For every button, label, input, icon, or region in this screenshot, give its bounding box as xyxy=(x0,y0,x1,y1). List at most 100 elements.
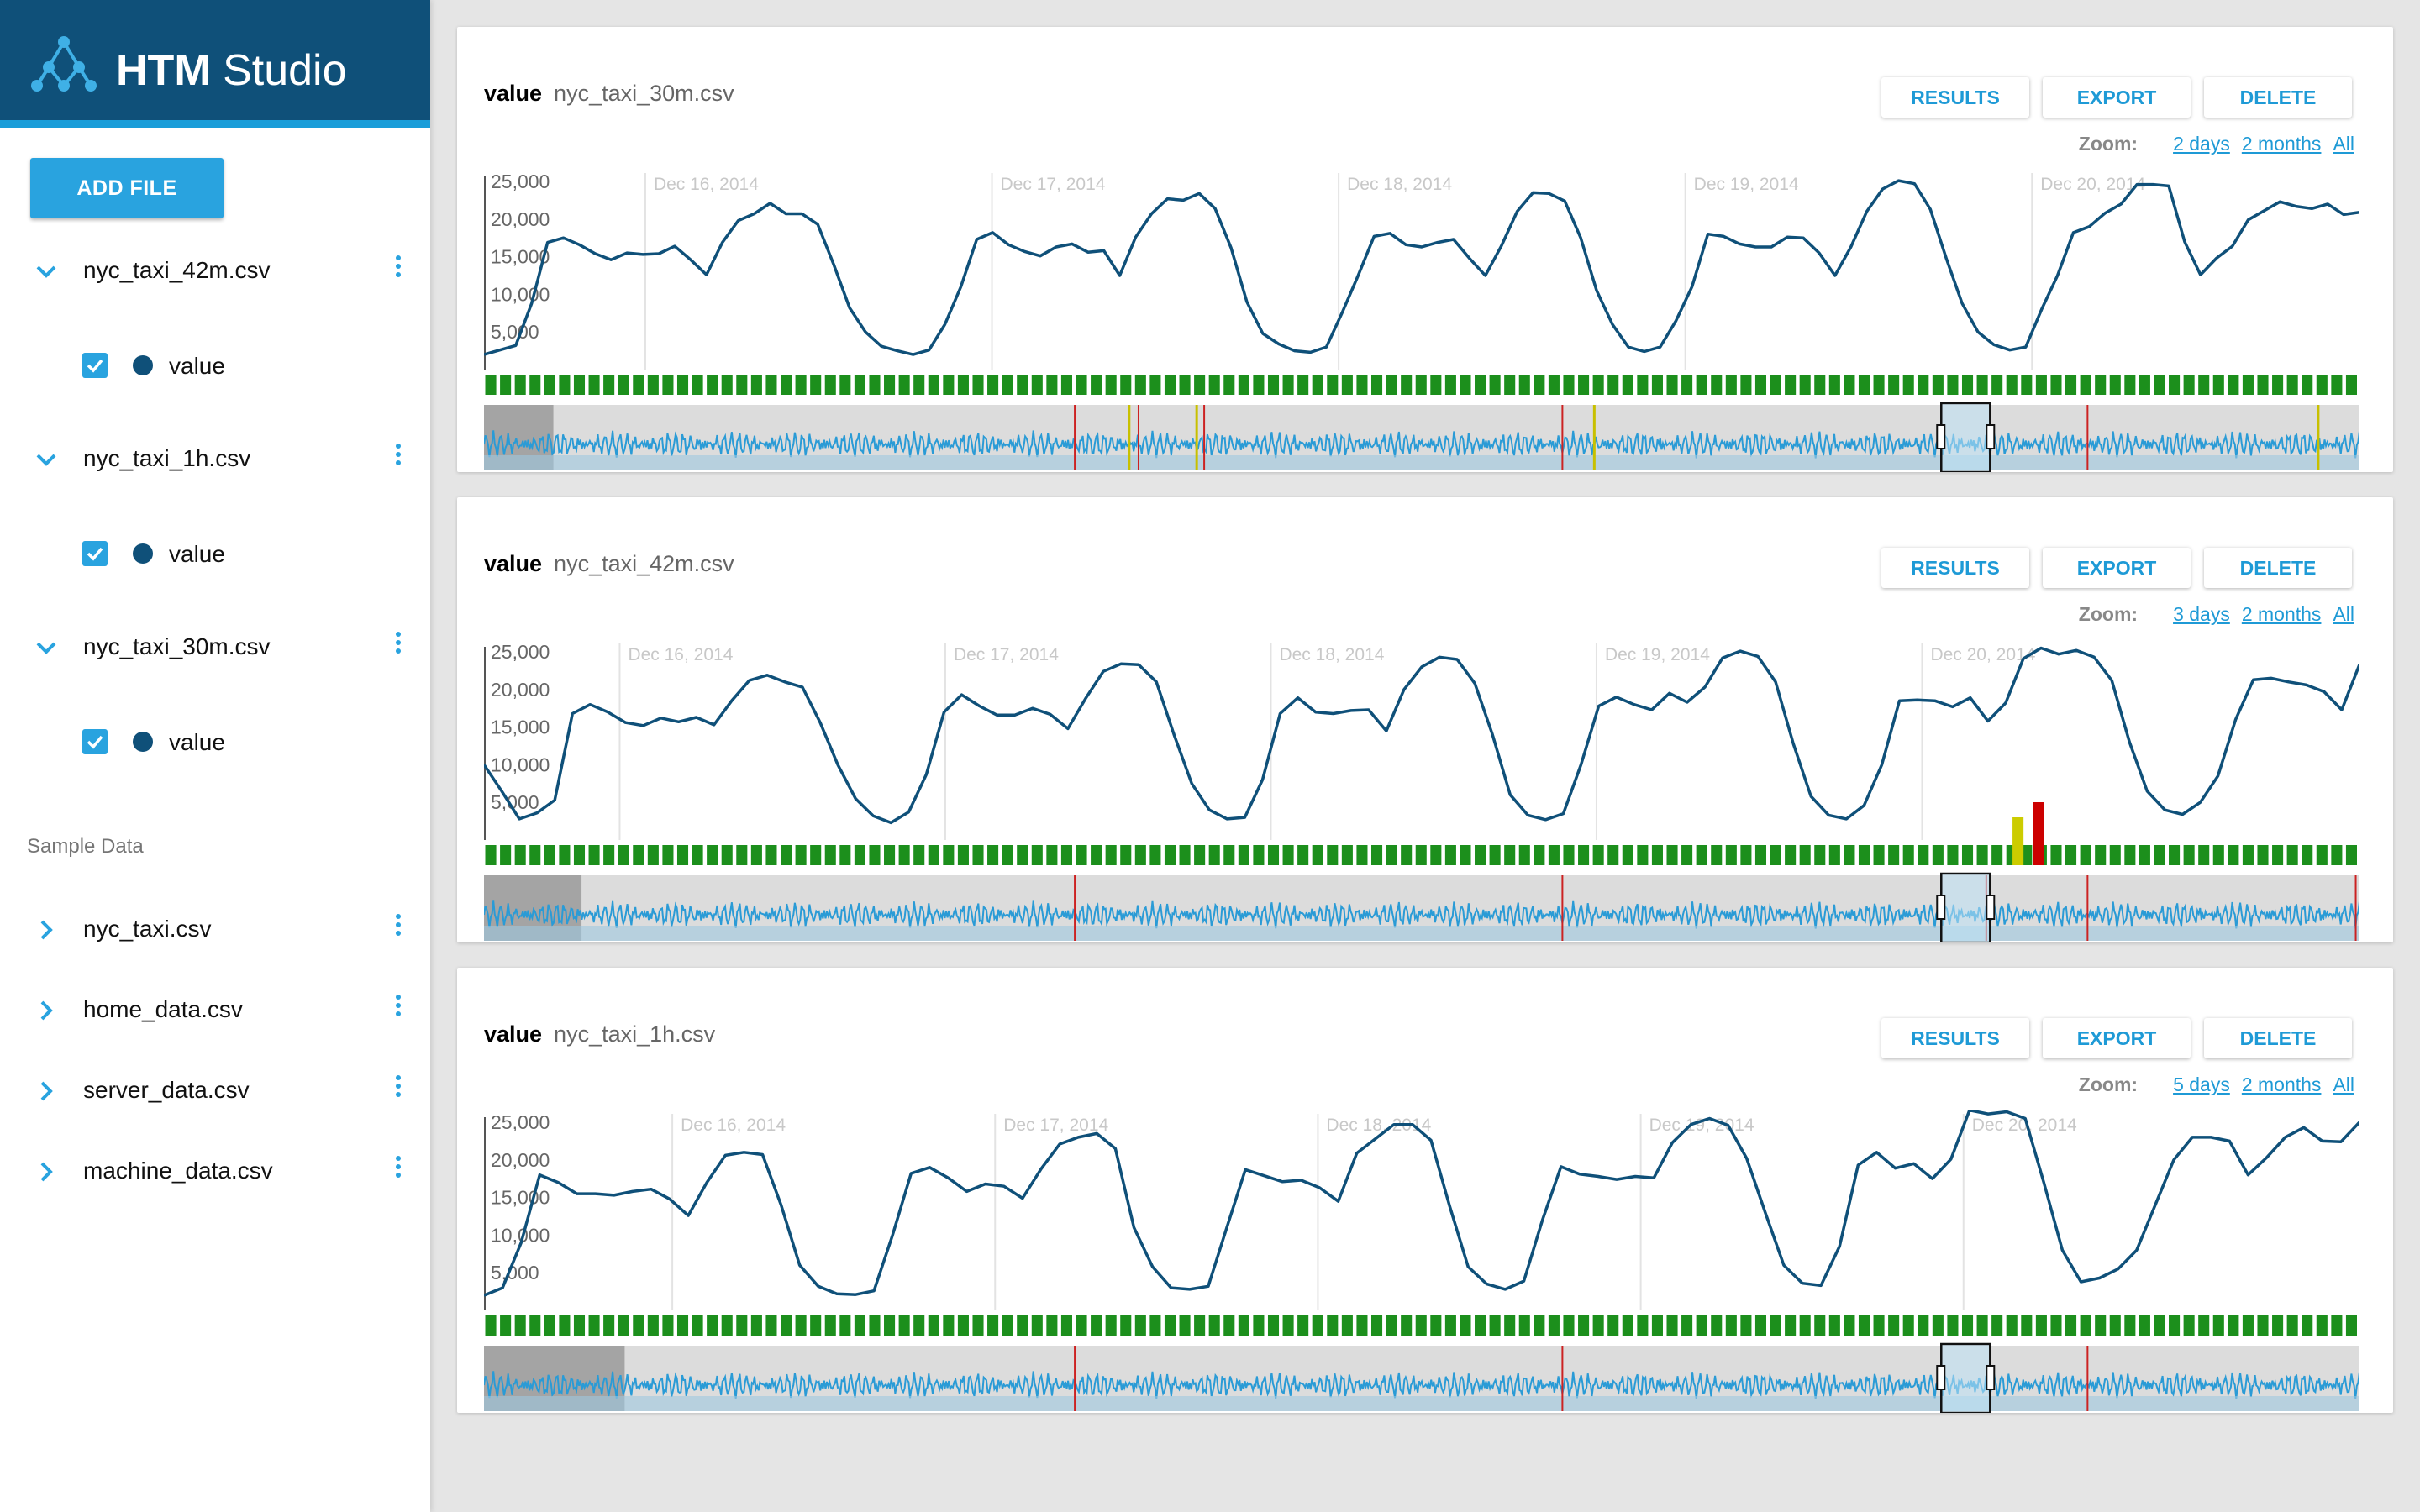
more-options-icon[interactable] xyxy=(388,252,408,289)
anomaly-score-bar xyxy=(500,845,512,865)
anomaly-score-bar xyxy=(839,1315,851,1336)
add-file-button[interactable]: ADD FILE xyxy=(30,158,224,218)
chevron-right-icon[interactable] xyxy=(34,1159,59,1184)
zoom-option[interactable]: All xyxy=(2333,1074,2354,1095)
anomaly-score-bar xyxy=(1194,375,1206,395)
export-button[interactable]: EXPORT xyxy=(2043,1018,2191,1058)
chevron-right-icon[interactable] xyxy=(34,917,59,942)
anomaly-score-bar xyxy=(1401,845,1413,865)
anomaly-score-bar xyxy=(1666,1315,1678,1336)
checkmark-icon xyxy=(87,359,103,373)
file-item-nyc-taxi-42m[interactable]: nyc_taxi_42m.csv xyxy=(0,239,430,306)
results-button[interactable]: RESULTS xyxy=(1881,77,2029,118)
more-options-icon[interactable] xyxy=(388,1072,408,1109)
anomaly-score-bar xyxy=(1002,1315,1013,1336)
anomaly-chart[interactable]: Dec 16, 2014 Dec 17, 2014 Dec 18, 2014 Dec … xyxy=(484,170,2360,472)
anomaly-chart[interactable]: Dec 16, 2014 Dec 17, 2014 Dec 18, 2014 Dec … xyxy=(484,1110,2360,1413)
anomaly-score-bar xyxy=(559,1315,571,1336)
zoom-option[interactable]: 3 days xyxy=(2173,603,2230,625)
metric-item[interactable]: value xyxy=(0,712,430,771)
anomaly-score-bar xyxy=(1076,375,1087,395)
app-header: HTM Studio xyxy=(0,0,430,120)
y-tick-label: 10,000 xyxy=(491,283,550,305)
sample-file-item[interactable]: machine_data.csv xyxy=(0,1139,430,1206)
delete-button[interactable]: DELETE xyxy=(2204,548,2352,588)
overview-window-right-handle xyxy=(1986,1365,1996,1390)
zoom-option[interactable]: 2 months xyxy=(2242,603,2322,625)
anomaly-score-bar xyxy=(1267,375,1280,395)
anomaly-score-bar xyxy=(1134,1315,1146,1336)
zoom-option[interactable]: 2 days xyxy=(2173,133,2230,155)
sample-file-item[interactable]: home_data.csv xyxy=(0,978,430,1045)
export-button[interactable]: EXPORT xyxy=(2043,548,2191,588)
anomaly-score-bar xyxy=(1444,1315,1456,1336)
anomaly-score-bar xyxy=(1740,1315,1752,1336)
anomaly-score-bar xyxy=(1607,845,1619,865)
file-item-nyc-taxi-30m[interactable]: nyc_taxi_30m.csv xyxy=(0,615,430,682)
overview-area xyxy=(484,1396,2360,1411)
zoom-option[interactable]: All xyxy=(2333,603,2354,625)
anomaly-score-bar xyxy=(898,1315,910,1336)
export-button[interactable]: EXPORT xyxy=(2043,77,2191,118)
anomaly-score-bar xyxy=(1947,1315,1959,1336)
more-options-icon[interactable] xyxy=(388,628,408,665)
anomaly-score-bar xyxy=(1401,375,1413,395)
sample-file-item[interactable]: server_data.csv xyxy=(0,1058,430,1126)
anomaly-score-bar xyxy=(721,375,733,395)
anomaly-score-bar xyxy=(1341,845,1353,865)
chevron-down-icon[interactable] xyxy=(34,447,59,472)
anomaly-score-bar xyxy=(1076,1315,1087,1336)
results-button[interactable]: RESULTS xyxy=(1881,1018,2029,1058)
overview-window xyxy=(1940,1342,1991,1413)
chevron-right-icon[interactable] xyxy=(34,998,59,1023)
chevron-down-icon[interactable] xyxy=(34,259,59,284)
zoom-option[interactable]: All xyxy=(2333,133,2354,155)
y-tick-label: 5,000 xyxy=(491,1262,539,1284)
anomaly-score-bar xyxy=(1297,375,1309,395)
sample-file-item[interactable]: nyc_taxi.csv xyxy=(0,897,430,964)
delete-button[interactable]: DELETE xyxy=(2204,77,2352,118)
metric-checkbox[interactable] xyxy=(82,353,108,378)
delete-button[interactable]: DELETE xyxy=(2204,1018,2352,1058)
anomaly-score-bar xyxy=(1076,845,1087,865)
anomaly-score-bar xyxy=(1888,845,1900,865)
anomaly-score-bar xyxy=(810,845,822,865)
anomaly-score-bar xyxy=(2286,375,2298,395)
anomaly-score-bar xyxy=(824,375,836,395)
zoom-option[interactable]: 2 months xyxy=(2242,1074,2322,1095)
anomaly-score-bar xyxy=(485,845,497,865)
anomaly-score-bar xyxy=(1356,1315,1368,1336)
metric-item[interactable]: value xyxy=(0,336,430,395)
metric-checkbox[interactable] xyxy=(82,541,108,566)
anomaly-score-bar xyxy=(957,1315,969,1336)
anomaly-score-bar xyxy=(2302,1315,2313,1336)
file-item-nyc-taxi-1h[interactable]: nyc_taxi_1h.csv xyxy=(0,427,430,494)
chart-card: value nyc_taxi_30m.csv RESULTS EXPORT DEL… xyxy=(457,27,2393,472)
results-button[interactable]: RESULTS xyxy=(1881,548,2029,588)
more-options-icon[interactable] xyxy=(388,440,408,477)
chevron-down-icon[interactable] xyxy=(34,635,59,660)
more-options-icon[interactable] xyxy=(388,1152,408,1189)
anomaly-score-bar xyxy=(2154,1315,2165,1336)
anomaly-chart[interactable]: Dec 16, 2014 Dec 17, 2014 Dec 18, 2014 Dec … xyxy=(484,640,2360,942)
zoom-option[interactable]: 2 months xyxy=(2242,133,2322,155)
anomaly-score-bar xyxy=(1356,845,1368,865)
zoom-option[interactable]: 5 days xyxy=(2173,1074,2230,1095)
metric-item[interactable]: value xyxy=(0,524,430,583)
anomaly-score-bar xyxy=(1031,1315,1043,1336)
anomaly-score-bar xyxy=(1799,375,1811,395)
anomaly-score-bar xyxy=(795,375,807,395)
checkmark-icon xyxy=(87,735,103,749)
more-options-icon[interactable] xyxy=(388,911,408,948)
anomaly-score-bar xyxy=(2169,845,2181,865)
anomaly-score-bar xyxy=(1017,845,1028,865)
chevron-right-icon[interactable] xyxy=(34,1079,59,1104)
more-options-icon[interactable] xyxy=(388,991,408,1028)
anomaly-score-bar xyxy=(603,845,615,865)
series-color-dot xyxy=(133,543,153,564)
overview-window-left-handle xyxy=(1936,895,1946,920)
metric-checkbox[interactable] xyxy=(82,729,108,754)
anomaly-score-bar xyxy=(1725,1315,1737,1336)
anomaly-score-bar xyxy=(2228,375,2239,395)
anomaly-score-bar xyxy=(2286,1315,2298,1336)
